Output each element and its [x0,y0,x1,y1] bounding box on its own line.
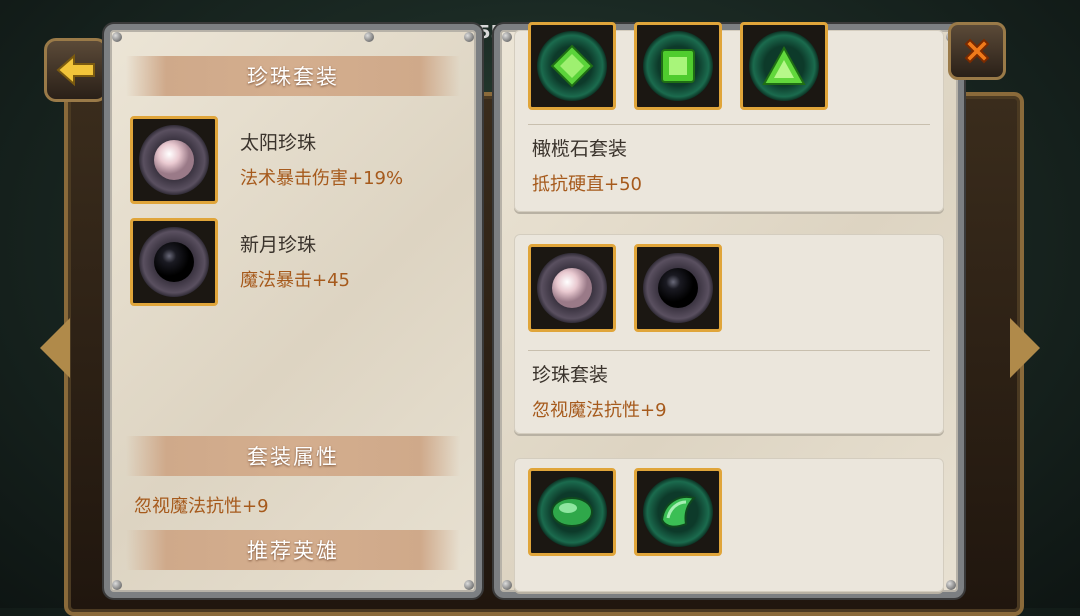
rivet [112,32,122,42]
gem-socket [139,227,209,297]
jade-horn-slot[interactable] [634,468,722,556]
set-title-banner: 珍珠套装 [126,56,460,96]
olivine-diamond-slot[interactable] [528,22,616,110]
rivet [464,32,474,42]
gem-socket [643,477,713,547]
gem-socket [749,31,819,101]
gem-socket [537,253,607,323]
divider [528,350,930,351]
set-stat: 抵抗硬直+50 [532,174,642,195]
crescent-pearl-slot[interactable] [130,218,218,306]
olivine-triangle-icon [762,45,806,85]
set-title: 橄榄石套装 [532,138,628,160]
sun-pearl-icon [552,268,592,308]
item-stat: 魔法暴击+45 [240,270,350,291]
recommend-hero-banner: 推荐英雄 [126,530,460,570]
olivine-diamond-icon [550,44,594,88]
olivine-square-slot[interactable] [634,22,722,110]
back-arrow-icon [56,53,95,87]
olivine-square-icon [661,49,695,83]
sun-pearl-slot[interactable] [528,244,616,332]
left-page-arrow-icon[interactable] [40,318,70,378]
item-stat: 法术暴击伤害+19% [240,168,404,189]
sun-pearl-icon [154,140,194,180]
divider [528,124,930,125]
jade-set-card[interactable] [514,458,944,592]
jade-oval-icon [551,497,593,527]
gem-socket [139,125,209,195]
right-page-arrow-icon[interactable] [1010,318,1040,378]
rivet [464,580,474,590]
back-button[interactable] [44,38,108,102]
set-attribute-banner: 套装属性 [126,436,460,476]
crescent-pearl-icon [658,268,698,308]
gem-socket [643,31,713,101]
item-name: 新月珍珠 [240,234,317,256]
rivet [502,580,512,590]
jade-oval-slot[interactable] [528,468,616,556]
gem-socket [537,477,607,547]
set-detail-panel: 珍珠套装 太阳珍珠 法术暴击伤害+19% 新月珍珠 魔法暴击+45 套装属性 忽… [104,24,482,598]
olivine-set-card[interactable]: 橄榄石套装 抵抗硬直+50 [514,22,944,212]
gem-socket [537,31,607,101]
crescent-pearl-slot[interactable] [634,244,722,332]
set-stat: 忽视魔法抗性+9 [532,400,667,421]
gem-socket [643,253,713,323]
rivet [502,32,512,42]
pearl-set-card[interactable]: 珍珠套装 忽视魔法抗性+9 [514,234,944,434]
set-attribute-value: 忽视魔法抗性+9 [134,496,269,517]
rivet [946,580,956,590]
item-name: 太阳珍珠 [240,132,317,154]
crescent-pearl-icon [154,242,194,282]
rivet [364,32,374,42]
olivine-triangle-slot[interactable] [740,22,828,110]
set-title: 珍珠套装 [532,364,609,386]
close-button[interactable] [948,22,1006,80]
set-list-panel[interactable]: 橄榄石套装 抵抗硬直+50 珍珠套装 忽视魔法抗性+9 [494,22,964,598]
sun-pearl-slot[interactable] [130,116,218,204]
jade-horn-icon [660,496,696,528]
close-x-icon [964,38,990,64]
rivet [112,580,122,590]
